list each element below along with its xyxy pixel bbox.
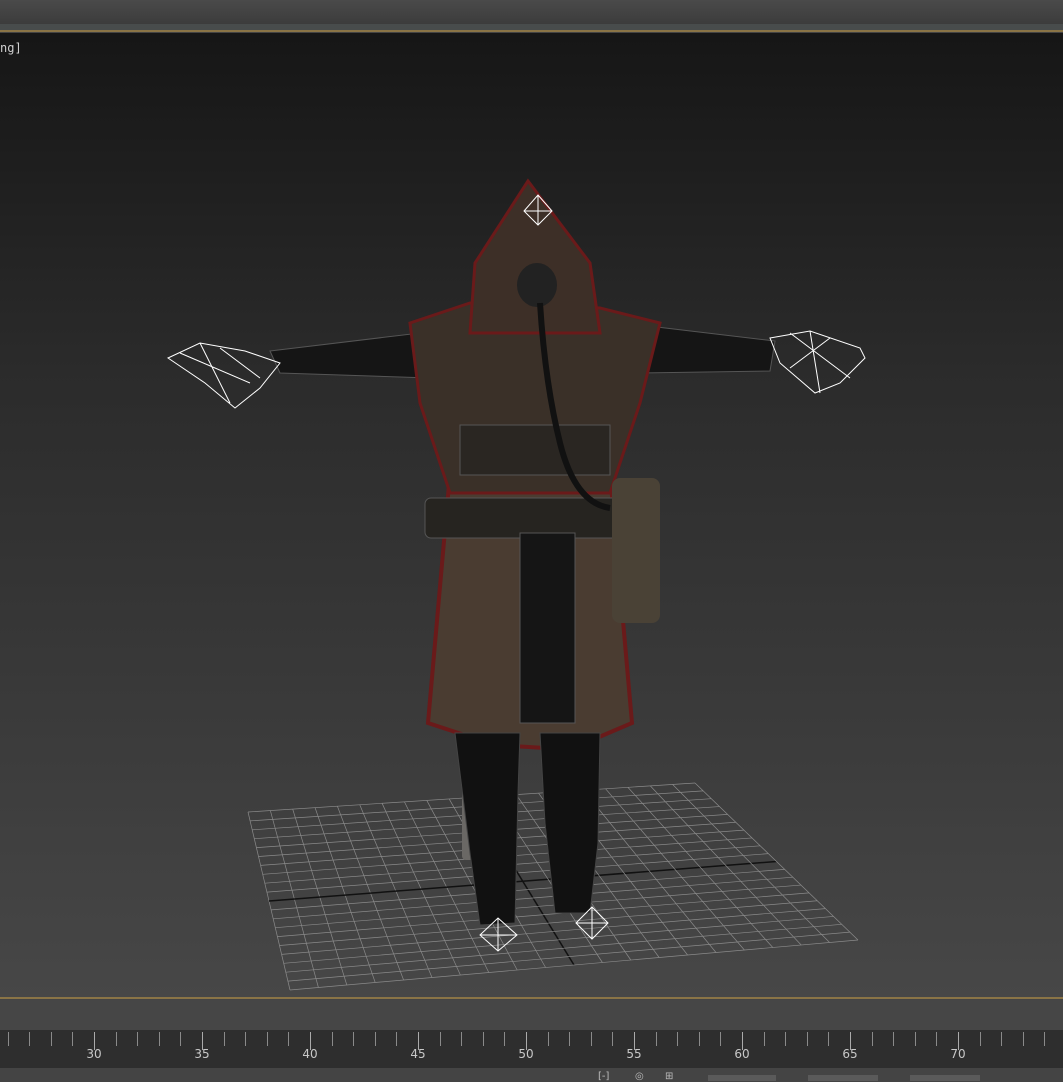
- timeline-tick: [353, 1032, 355, 1046]
- character-model: [166, 178, 866, 952]
- coordinate-field-y[interactable]: [808, 1075, 878, 1081]
- timeline-tick: [979, 1032, 981, 1046]
- right-hand-bones: [769, 330, 866, 394]
- timeline-tick: [785, 1032, 787, 1046]
- timeline-tick: [50, 1032, 52, 1046]
- timeline-slider-track[interactable]: [0, 1000, 1063, 1030]
- timeline-tick: [245, 1032, 247, 1046]
- viewport-active-border-top: [0, 30, 1063, 32]
- timeline-tick: [612, 1032, 614, 1046]
- timeline-frame-label: 40: [302, 1047, 318, 1061]
- pants: [519, 532, 576, 724]
- timeline-ruler[interactable]: 30 35 40 45 50 55 60 65 70: [0, 1030, 1063, 1068]
- timeline-tick: [374, 1032, 376, 1046]
- timeline-tick: [396, 1032, 398, 1046]
- coordinate-field-z[interactable]: [910, 1075, 980, 1081]
- timeline-tick: [331, 1032, 333, 1046]
- timeline-tick: [720, 1032, 722, 1046]
- timeline-frame-label: 35: [194, 1047, 210, 1061]
- timeline-tick: [1022, 1032, 1024, 1046]
- timeline-frame-label: 55: [626, 1047, 642, 1061]
- grid-line: [285, 923, 842, 973]
- timeline-tick: [7, 1032, 9, 1046]
- timeline-tick: [893, 1032, 895, 1046]
- timeline-tick: [828, 1032, 830, 1046]
- timeline-tick: [137, 1032, 139, 1046]
- timeline-tick: [547, 1032, 549, 1046]
- timeline-frame-label: 70: [950, 1047, 966, 1061]
- viewport-active-border-bottom: [0, 997, 1063, 999]
- grid-line: [694, 782, 859, 941]
- timeline-frame-label: 30: [86, 1047, 102, 1061]
- timeline-frame-label: 50: [518, 1047, 534, 1061]
- left-arm: [269, 332, 431, 379]
- timeline-tick: [180, 1032, 182, 1046]
- coordinate-field-x[interactable]: [708, 1075, 776, 1081]
- grid-line: [283, 916, 834, 964]
- timeline-tick: [266, 1032, 268, 1046]
- timeline-tick: [569, 1032, 571, 1046]
- ammo-belt: [459, 424, 611, 476]
- timeline-tick: [1044, 1032, 1046, 1046]
- timeline-tick: [115, 1032, 117, 1046]
- timeline-tick: [158, 1032, 160, 1046]
- grid-line: [287, 931, 850, 982]
- timeline-frame-label: 65: [842, 1047, 858, 1061]
- timeline-tick: [482, 1032, 484, 1046]
- timeline-tick: [1001, 1032, 1003, 1046]
- right-arm: [639, 324, 776, 374]
- top-toolbar: [0, 0, 1063, 24]
- timeline-tick: [288, 1032, 290, 1046]
- timeline-tick: [29, 1032, 31, 1046]
- status-bar: [-] ◎ ⊞: [0, 1068, 1063, 1082]
- timeline-tick: [936, 1032, 938, 1046]
- timeline-frame-label: 60: [734, 1047, 750, 1061]
- timeline-tick: [655, 1032, 657, 1046]
- satchel: [612, 478, 660, 623]
- gas-mask: [517, 263, 557, 307]
- grid-line: [672, 784, 830, 943]
- timeline-frame-label: 45: [410, 1047, 426, 1061]
- timeline-tick: [439, 1032, 441, 1046]
- timeline-tick: [223, 1032, 225, 1046]
- timeline-tick: [914, 1032, 916, 1046]
- timeline-tick: [806, 1032, 808, 1046]
- timeline-tick: [677, 1032, 679, 1046]
- timeline-tick: [504, 1032, 506, 1046]
- timeline-tick: [698, 1032, 700, 1046]
- timeline-tick: [461, 1032, 463, 1046]
- timeline-tick: [871, 1032, 873, 1046]
- timeline-tick: [72, 1032, 74, 1046]
- timeline-tick: [590, 1032, 592, 1046]
- hood: [468, 178, 602, 335]
- left-hand-bones: [166, 342, 281, 409]
- right-boot: [539, 732, 601, 914]
- scene: [166, 178, 866, 991]
- 3d-viewport[interactable]: ng]: [0, 33, 1063, 997]
- timeline-tick: [763, 1032, 765, 1046]
